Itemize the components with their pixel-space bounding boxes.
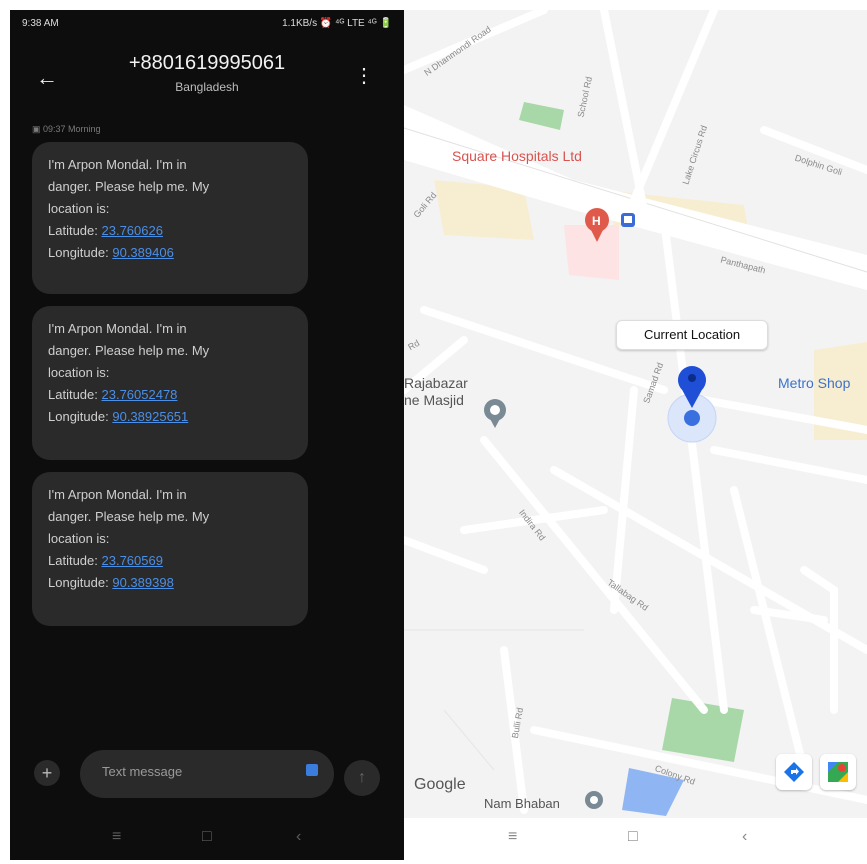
message-line: location is:	[48, 365, 110, 380]
open-in-maps-button[interactable]	[820, 754, 856, 790]
message-line: location is:	[48, 201, 110, 216]
longitude-row: Longitude: 90.389406	[48, 245, 174, 260]
longitude-link[interactable]: 90.38925651	[112, 409, 188, 424]
message-line: danger. Please help me. My	[48, 509, 210, 524]
recents-icon[interactable]: ≡	[508, 828, 517, 846]
message-timestamp: ▣ 09:37 Morning	[32, 124, 101, 134]
contact-country: Bangladesh	[175, 80, 239, 94]
hospital-label[interactable]: Square Hospitals Ltd	[452, 148, 582, 164]
message-line: I'm Arpon Mondal. I'm in	[48, 157, 187, 172]
google-logo: Google	[414, 776, 466, 793]
shop-label[interactable]: Metro Shop	[778, 375, 850, 391]
longitude-link[interactable]: 90.389406	[112, 245, 173, 260]
message-bubble[interactable]: I'm Arpon Mondal. I'm in danger. Please …	[32, 306, 308, 460]
message-compose-field[interactable]: Text message	[80, 750, 334, 798]
map-screen[interactable]: H Current Location Square Hospitals Ltd …	[404, 10, 867, 860]
home-icon[interactable]: □	[202, 828, 212, 846]
back-icon[interactable]: ‹	[742, 828, 747, 846]
latitude-row: Latitude: 23.760569	[48, 553, 163, 568]
map-canvas[interactable]: H	[404, 10, 867, 860]
message-line: danger. Please help me. My	[48, 179, 210, 194]
longitude-row: Longitude: 90.389398	[48, 575, 174, 590]
longitude-link[interactable]: 90.389398	[112, 575, 173, 590]
conversation-header: ← +8801619995061 Bangladesh ⋮	[10, 40, 404, 120]
recents-icon[interactable]: ≡	[112, 828, 121, 846]
latitude-row: Latitude: 23.76052478	[48, 387, 178, 402]
latitude-link[interactable]: 23.760569	[102, 553, 163, 568]
contact-phone-number: +8801619995061	[128, 52, 286, 74]
latitude-link[interactable]: 23.760626	[102, 223, 163, 238]
directions-button[interactable]	[776, 754, 812, 790]
more-options-icon[interactable]: ⋮	[354, 63, 374, 88]
current-location-callout[interactable]: Current Location	[616, 320, 768, 350]
home-icon[interactable]: □	[628, 828, 638, 846]
message-line: danger. Please help me. My	[48, 343, 210, 358]
system-nav-bar: ≡ □ ‹	[10, 818, 404, 860]
add-attachment-button[interactable]: +	[34, 760, 60, 786]
status-bar: 9:38 AM 1.1KB/s ⏰ ⁴ᴳ LTE ⁴ᴳ 🔋	[10, 10, 404, 36]
send-button[interactable]: ↑	[344, 760, 380, 796]
status-time: 9:38 AM	[22, 18, 59, 29]
sim-icon[interactable]	[306, 764, 318, 776]
latitude-link[interactable]: 23.76052478	[102, 387, 178, 402]
message-line: I'm Arpon Mondal. I'm in	[48, 487, 187, 502]
messages-screen: 9:38 AM 1.1KB/s ⏰ ⁴ᴳ LTE ⁴ᴳ 🔋 ← +8801619…	[10, 10, 404, 860]
masjid-label-line2[interactable]: ne Masjid	[404, 392, 464, 408]
bhaban-label[interactable]: Nam Bhaban	[484, 796, 560, 811]
message-line: location is:	[48, 531, 110, 546]
message-bubble[interactable]: I'm Arpon Mondal. I'm in danger. Please …	[32, 472, 308, 626]
message-line: I'm Arpon Mondal. I'm in	[48, 321, 187, 336]
masjid-label-line1[interactable]: Rajabazar	[404, 375, 468, 391]
status-indicators: 1.1KB/s ⏰ ⁴ᴳ LTE ⁴ᴳ 🔋	[282, 18, 392, 29]
compose-placeholder: Text message	[102, 764, 183, 779]
system-nav-bar: ≡ □ ‹	[404, 818, 867, 860]
latitude-row: Latitude: 23.760626	[48, 223, 163, 238]
back-icon[interactable]: ‹	[296, 828, 301, 846]
svg-text:H: H	[592, 214, 601, 228]
message-bubble[interactable]: I'm Arpon Mondal. I'm in danger. Please …	[32, 142, 308, 294]
longitude-row: Longitude: 90.38925651	[48, 409, 189, 424]
